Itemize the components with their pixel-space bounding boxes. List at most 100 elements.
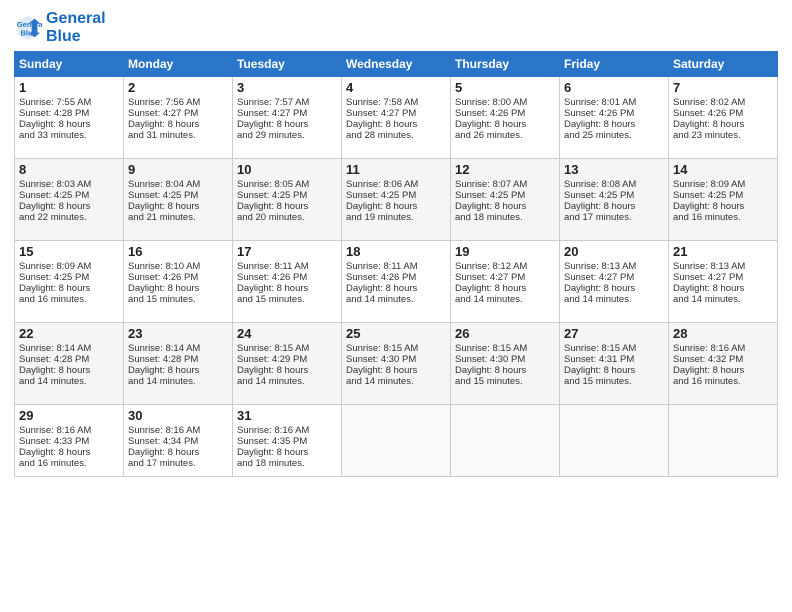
day-info: and 31 minutes. (128, 130, 228, 141)
day-info: Sunrise: 8:07 AM (455, 179, 555, 190)
calendar-cell: 7Sunrise: 8:02 AMSunset: 4:26 PMDaylight… (669, 77, 778, 159)
day-info: Daylight: 8 hours (455, 283, 555, 294)
day-info: and 22 minutes. (19, 212, 119, 223)
day-number: 30 (128, 408, 228, 423)
day-info: Sunset: 4:25 PM (673, 190, 773, 201)
day-info: Daylight: 8 hours (237, 447, 337, 458)
day-info: and 18 minutes. (455, 212, 555, 223)
calendar-cell: 9Sunrise: 8:04 AMSunset: 4:25 PMDaylight… (124, 159, 233, 241)
day-info: and 28 minutes. (346, 130, 446, 141)
day-info: Sunset: 4:25 PM (19, 272, 119, 283)
calendar-cell (342, 405, 451, 477)
week-row-1: 1Sunrise: 7:55 AMSunset: 4:28 PMDaylight… (15, 77, 778, 159)
day-number: 5 (455, 80, 555, 95)
day-info: Sunrise: 8:12 AM (455, 261, 555, 272)
weekday-wednesday: Wednesday (342, 52, 451, 77)
calendar-cell: 15 Sunrise: 8:09 AMSunset: 4:25 PMDayligh… (15, 241, 124, 323)
day-info: Sunrise: 8:14 AM (128, 343, 228, 354)
calendar-cell: 5 Sunrise: 8:00 AMSunset: 4:26 PMDaylight… (451, 77, 560, 159)
day-info: Sunset: 4:28 PM (19, 354, 119, 365)
page-container: General Blue General Blue SundayMondayTu… (0, 0, 792, 487)
calendar-cell: 17Sunrise: 8:11 AMSunset: 4:26 PMDayligh… (233, 241, 342, 323)
day-info: Sunset: 4:31 PM (564, 354, 664, 365)
day-info: and 16 minutes. (19, 294, 119, 305)
day-info: Daylight: 8 hours (673, 365, 773, 376)
day-info: and 18 minutes. (237, 458, 337, 469)
day-info: Daylight: 8 hours (455, 365, 555, 376)
day-info: Sunset: 4:25 PM (19, 190, 119, 201)
day-number: 11 (346, 162, 446, 177)
calendar-cell: 20Sunrise: 8:13 AMSunset: 4:27 PMDayligh… (560, 241, 669, 323)
day-info: Sunrise: 8:14 AM (19, 343, 119, 354)
day-info: and 14 minutes. (673, 294, 773, 305)
day-info: Daylight: 8 hours (346, 201, 446, 212)
day-info: Sunrise: 8:16 AM (237, 425, 337, 436)
day-number: 7 (673, 80, 773, 95)
day-info: Sunrise: 7:55 AM (19, 97, 119, 108)
day-info: Sunset: 4:26 PM (564, 108, 664, 119)
day-info: Daylight: 8 hours (19, 283, 119, 294)
day-info: and 15 minutes. (128, 294, 228, 305)
calendar-cell: 19Sunrise: 8:12 AMSunset: 4:27 PMDayligh… (451, 241, 560, 323)
calendar-cell: 11Sunrise: 8:06 AMSunset: 4:25 PMDayligh… (342, 159, 451, 241)
calendar-cell: 1Sunrise: 7:55 AMSunset: 4:28 PMDaylight… (15, 77, 124, 159)
calendar-table: SundayMondayTuesdayWednesdayThursdayFrid… (14, 51, 778, 477)
day-info: Daylight: 8 hours (564, 283, 664, 294)
day-info: Sunrise: 8:11 AM (346, 261, 446, 272)
day-number: 31 (237, 408, 337, 423)
calendar-cell: 16Sunrise: 8:10 AMSunset: 4:26 PMDayligh… (124, 241, 233, 323)
day-info: Daylight: 8 hours (237, 365, 337, 376)
day-info: Sunrise: 8:09 AM (19, 261, 119, 272)
day-info: and 20 minutes. (237, 212, 337, 223)
calendar-cell: 8Sunrise: 8:03 AMSunset: 4:25 PMDaylight… (15, 159, 124, 241)
day-number: 10 (237, 162, 337, 177)
day-info: and 16 minutes. (673, 212, 773, 223)
day-info: Sunset: 4:27 PM (128, 108, 228, 119)
calendar-cell: 30Sunrise: 8:16 AMSunset: 4:34 PMDayligh… (124, 405, 233, 477)
day-info: Sunrise: 8:01 AM (564, 97, 664, 108)
day-info: and 25 minutes. (564, 130, 664, 141)
day-info: Sunset: 4:28 PM (128, 354, 228, 365)
day-info: Daylight: 8 hours (346, 365, 446, 376)
day-info: Daylight: 8 hours (455, 119, 555, 130)
day-info: Sunrise: 7:58 AM (346, 97, 446, 108)
week-row-3: 15Sunrise: 8:09 AMSunset: 4:25 PMDayligh… (15, 241, 778, 323)
day-info: Sunset: 4:25 PM (346, 190, 446, 201)
day-info: Sunset: 4:28 PM (19, 108, 119, 119)
day-number: 24 (237, 326, 337, 341)
day-info: Sunset: 4:33 PM (19, 436, 119, 447)
day-info: and 19 minutes. (346, 212, 446, 223)
day-info: and 14 minutes. (128, 376, 228, 387)
weekday-tuesday: Tuesday (233, 52, 342, 77)
day-info: and 14 minutes. (19, 376, 119, 387)
day-number: 15 (19, 244, 119, 259)
calendar-cell: 26Sunrise: 8:15 AMSunset: 4:30 PMDayligh… (451, 323, 560, 405)
day-number: 23 (128, 326, 228, 341)
day-number: 2 (128, 80, 228, 95)
day-info: and 15 minutes. (455, 376, 555, 387)
day-info: Sunset: 4:25 PM (455, 190, 555, 201)
day-info: Sunset: 4:32 PM (673, 354, 773, 365)
weekday-monday: Monday (124, 52, 233, 77)
weekday-sunday: Sunday (15, 52, 124, 77)
calendar-cell (451, 405, 560, 477)
header: General Blue General Blue (14, 10, 778, 45)
day-info: Sunrise: 8:00 AM (455, 97, 555, 108)
week-row-5: 29Sunrise: 8:16 AMSunset: 4:33 PMDayligh… (15, 405, 778, 477)
calendar-cell: 3Sunrise: 7:57 AMSunset: 4:27 PMDaylight… (233, 77, 342, 159)
day-info: Daylight: 8 hours (673, 201, 773, 212)
logo: General Blue General Blue (14, 10, 106, 45)
day-info: Sunrise: 8:10 AM (128, 261, 228, 272)
calendar-cell: 25Sunrise: 8:15 AMSunset: 4:30 PMDayligh… (342, 323, 451, 405)
day-info: Sunset: 4:35 PM (237, 436, 337, 447)
day-info: Sunrise: 8:13 AM (564, 261, 664, 272)
day-info: and 21 minutes. (128, 212, 228, 223)
day-info: Sunrise: 8:15 AM (346, 343, 446, 354)
day-info: and 14 minutes. (346, 294, 446, 305)
day-info: Sunrise: 8:04 AM (128, 179, 228, 190)
weekday-thursday: Thursday (451, 52, 560, 77)
day-info: Daylight: 8 hours (564, 365, 664, 376)
day-number: 13 (564, 162, 664, 177)
calendar-cell: 6Sunrise: 8:01 AMSunset: 4:26 PMDaylight… (560, 77, 669, 159)
day-info: Sunset: 4:26 PM (455, 108, 555, 119)
